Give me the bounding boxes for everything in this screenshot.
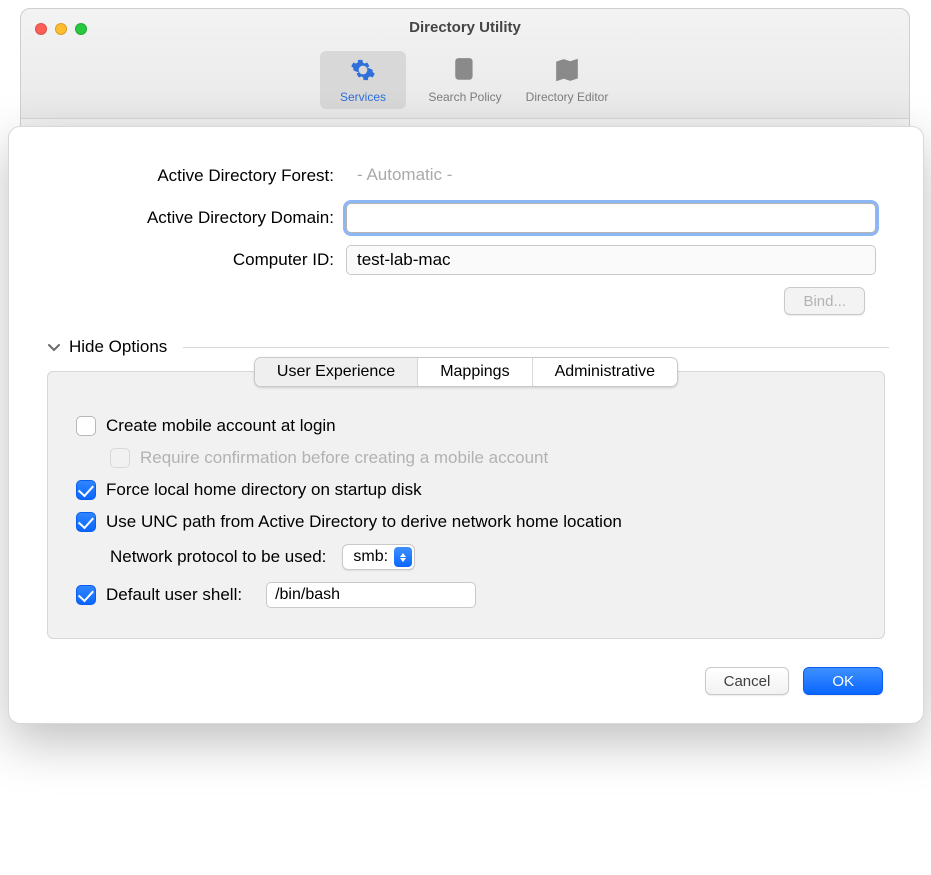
toolbar-search-policy-label: Search Policy <box>428 90 501 104</box>
require-confirm-checkbox <box>110 448 130 468</box>
default-shell-label: Default user shell: <box>106 585 242 605</box>
window-title: Directory Utility <box>21 19 909 36</box>
toolbar-directory-editor-label: Directory Editor <box>526 90 609 104</box>
tab-administrative[interactable]: Administrative <box>533 358 677 386</box>
forest-label: Active Directory Forest: <box>56 166 346 186</box>
ad-config-sheet: Active Directory Forest: - Automatic - A… <box>8 126 924 724</box>
toolbar-search-policy[interactable]: Search Policy <box>422 51 508 109</box>
force-local-home-label: Force local home directory on startup di… <box>106 480 422 500</box>
toolbar-services[interactable]: Services <box>320 51 406 109</box>
chevron-down-icon <box>47 340 61 354</box>
protocol-value: smb: <box>353 548 388 566</box>
options-disclosure[interactable]: Hide Options <box>47 337 889 357</box>
domain-label: Active Directory Domain: <box>56 208 346 228</box>
cancel-button[interactable]: Cancel <box>705 667 790 695</box>
default-shell-checkbox[interactable] <box>76 585 96 605</box>
toolbar-directory-editor[interactable]: Directory Editor <box>524 51 610 109</box>
gear-icon <box>350 57 376 86</box>
computer-id-field[interactable] <box>346 245 876 275</box>
divider <box>183 347 889 348</box>
use-unc-label: Use UNC path from Active Directory to de… <box>106 512 622 532</box>
bind-button[interactable]: Bind... <box>784 287 865 315</box>
forest-field: - Automatic - <box>346 161 876 191</box>
use-unc-checkbox[interactable] <box>76 512 96 532</box>
default-shell-field[interactable] <box>266 582 476 608</box>
toolbar: Services Search Policy Directory Editor <box>21 49 909 111</box>
options-disclosure-label: Hide Options <box>69 337 167 357</box>
protocol-label: Network protocol to be used: <box>110 547 326 567</box>
computer-id-label: Computer ID: <box>56 250 346 270</box>
options-panel: User Experience Mappings Administrative … <box>47 371 885 639</box>
create-mobile-label: Create mobile account at login <box>106 416 336 436</box>
ok-button[interactable]: OK <box>803 667 883 695</box>
protocol-popup[interactable]: smb: <box>342 544 415 570</box>
create-mobile-checkbox[interactable] <box>76 416 96 436</box>
titlebar: Directory Utility Services Search Policy <box>21 9 909 119</box>
tab-mappings[interactable]: Mappings <box>418 358 532 386</box>
toolbar-services-label: Services <box>340 90 386 104</box>
search-icon <box>452 57 478 86</box>
require-confirm-label: Require confirmation before creating a m… <box>140 448 548 468</box>
tab-user-experience[interactable]: User Experience <box>255 358 418 386</box>
updown-arrows-icon <box>394 547 412 567</box>
domain-field[interactable] <box>346 203 876 233</box>
options-tabs: User Experience Mappings Administrative <box>254 357 678 387</box>
force-local-home-checkbox[interactable] <box>76 480 96 500</box>
map-icon <box>554 57 580 86</box>
